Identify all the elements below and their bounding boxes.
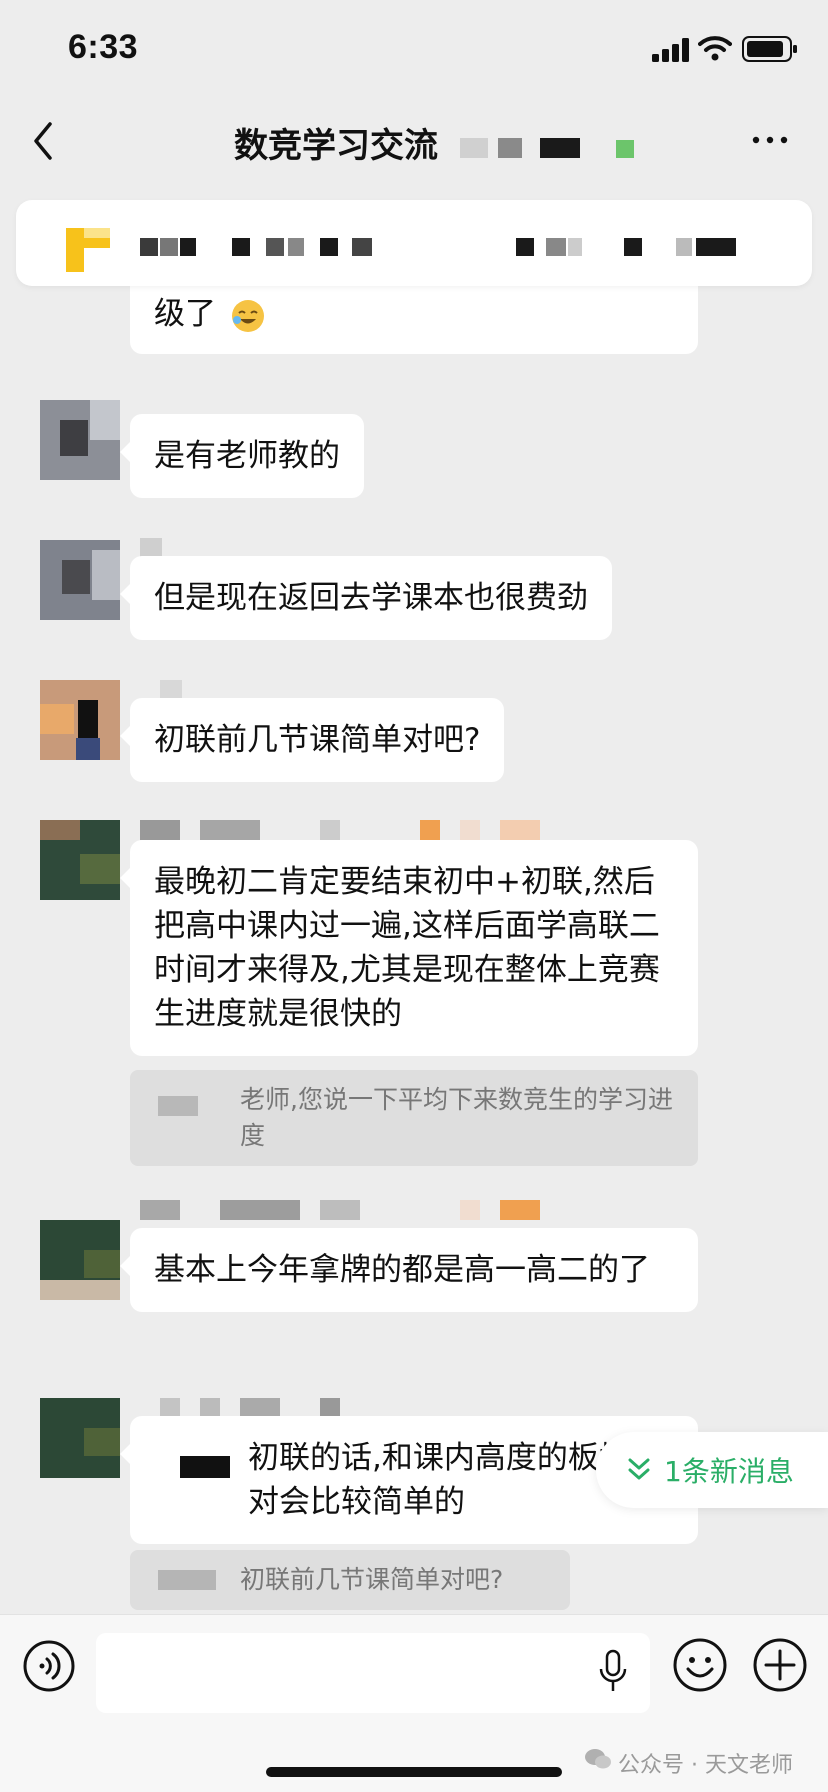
chat-title: 数竞学习交流 [234,126,438,166]
sender-name-redacted [160,680,182,700]
status-time: 6:33 [68,28,139,66]
avatar[interactable] [40,540,120,620]
message-bubble[interactable]: 基本上今年拿牌的都是高一高二的了 [120,1228,698,1312]
quote-text: 老师,您说一下平均下来数竞生的学习进度 [240,1085,673,1150]
message-text: 级了 [154,296,216,332]
quoted-message[interactable]: 老师,您说一下平均下来数竞生的学习进度 [130,1070,698,1166]
battery-icon [742,36,797,62]
emoji-laugh-icon [231,299,264,332]
message-text: 基本上今年拿牌的都是高一高二的了 [154,1252,650,1288]
sender-name-redacted [140,1200,540,1220]
sender-name-redacted [140,538,162,558]
new-messages-label: 1条新消息 [664,1455,794,1488]
message-bubble[interactable]: 但是现在返回去学课本也很费劲 [120,556,612,640]
avatar[interactable] [40,680,120,760]
pinned-text-redacted [140,238,760,258]
avatar[interactable] [40,400,120,480]
quote-sender-redacted [158,1096,198,1116]
more-icon[interactable] [750,130,790,150]
avatar[interactable] [40,1220,120,1300]
wifi-icon [698,36,732,61]
pinned-announcement[interactable] [16,200,812,286]
double-chevron-down-icon [628,1458,650,1480]
message-bubble[interactable]: 是有老师教的 [120,414,364,498]
message-text: 最晚初二肯定要结束初中+初联,然后把高中课内过一遍,这样后面学高联二时间才来得及… [154,864,660,1032]
quote-text: 初联前几节课简单对吧? [240,1565,504,1594]
title-pixelation [460,138,636,160]
wechat-icon [585,1749,611,1769]
avatar[interactable] [40,1398,120,1478]
back-icon[interactable] [26,116,60,166]
message-bubble[interactable]: 初联前几节课简单对吧? [119,698,505,782]
quoted-message[interactable]: 初联前几节课简单对吧? [130,1550,570,1610]
message-text: 但是现在返回去学课本也很费劲 [154,580,588,616]
emoji-icon[interactable] [672,1637,728,1693]
redacted-block [180,1456,230,1478]
message-text: 初联前几节课简单对吧? [154,722,481,758]
watermark-text: 公众号 · 天文老师 [618,1753,793,1778]
sender-name-redacted [160,1398,340,1418]
message-input[interactable] [96,1633,650,1713]
avatar[interactable] [40,820,120,900]
plus-icon[interactable] [752,1637,808,1693]
home-indicator [266,1767,562,1777]
quote-sender-redacted [158,1570,216,1590]
signal-icon [652,38,689,62]
mic-icon[interactable] [598,1649,628,1693]
message-text: 是有老师教的 [154,438,340,474]
message-bubble[interactable]: 最晚初二肯定要结束初中+初联,然后把高中课内过一遍,这样后面学高联二时间才来得及… [120,840,698,1056]
voice-icon[interactable] [22,1639,76,1693]
new-messages-button[interactable]: 1条新消息 [596,1432,828,1508]
announcement-icon [66,228,110,272]
sender-name-redacted [140,820,540,840]
input-bar: 公众号 · 天文老师 [0,1614,828,1792]
